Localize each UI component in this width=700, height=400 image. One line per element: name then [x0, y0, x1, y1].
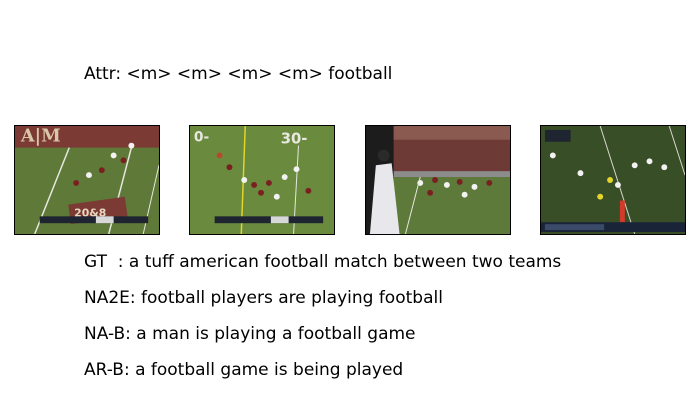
video-frame-2: 0- 30-	[189, 125, 335, 235]
svg-text:0-: 0-	[194, 130, 209, 146]
caption-na-b: NA-B: a man is playing a football game	[84, 324, 416, 344]
attribute-line: Attr: <m> <m> <m> <m> football	[84, 64, 393, 84]
video-frame-4	[540, 125, 686, 235]
svg-text:A|M: A|M	[20, 126, 61, 147]
caption-na2e: NA2E: football players are playing footb…	[84, 288, 443, 308]
video-frame-3	[365, 125, 511, 235]
caption-ar-b: AR-B: a football game is being played	[84, 360, 404, 380]
caption-ground-truth: GT : a tuff american football match betw…	[84, 252, 562, 272]
svg-text:30-: 30-	[281, 131, 308, 148]
video-frame-1: A|M 20&8	[14, 125, 160, 235]
